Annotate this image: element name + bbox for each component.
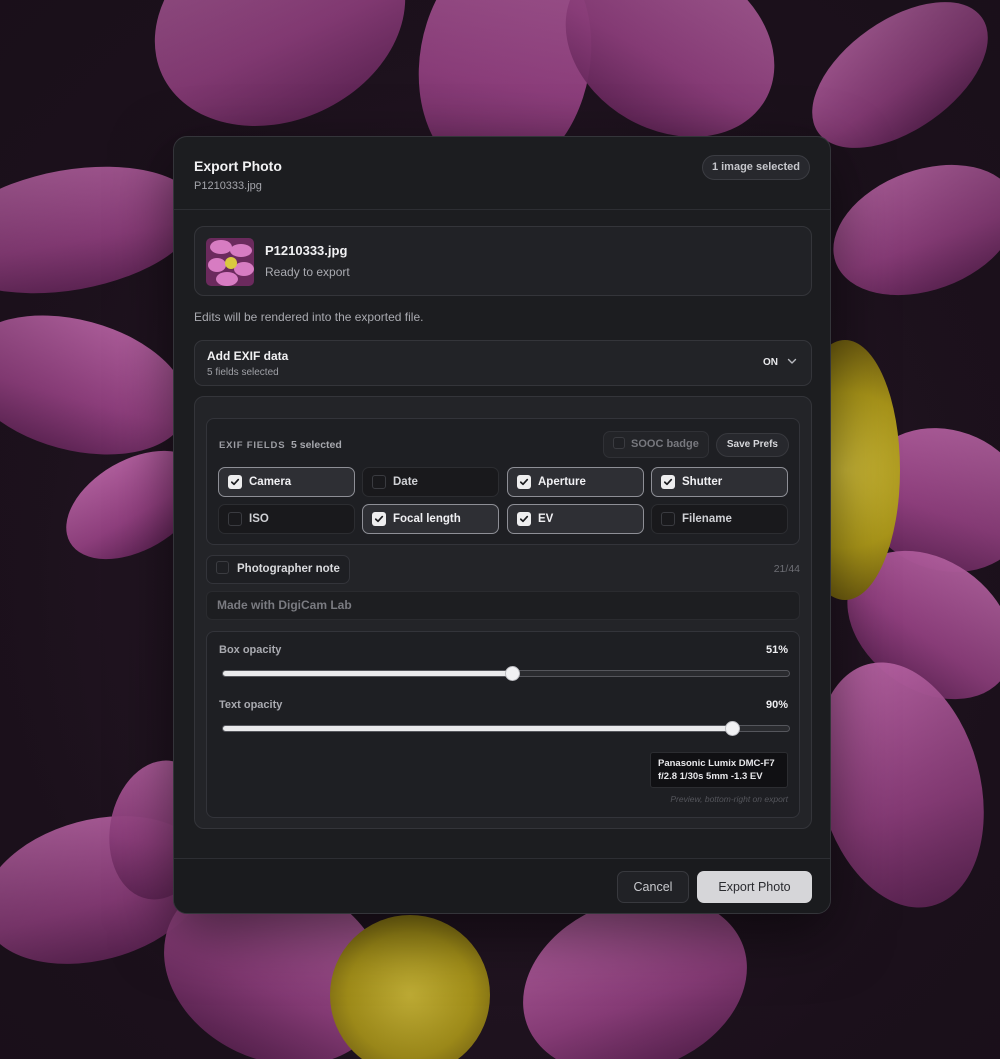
- slider-handle[interactable]: [504, 666, 520, 681]
- save-prefs-button[interactable]: Save Prefs: [715, 433, 789, 457]
- checkbox-icon: [661, 512, 675, 526]
- exif-field-label: Camera: [249, 476, 292, 488]
- file-card: P1210333.jpg Ready to export: [194, 226, 812, 296]
- image-thumbnail: [206, 238, 254, 286]
- dialog-footer: Cancel Export Photo: [174, 858, 830, 913]
- slider-fill: [223, 671, 512, 676]
- exif-preview: Panasonic Lumix DMC-F7 f/2.8 1/30s 5mm -…: [650, 752, 788, 788]
- exif-field-camera[interactable]: Camera: [218, 467, 355, 497]
- exif-toggle-title: Add EXIF data: [207, 349, 289, 363]
- preview-line-2: f/2.8 1/30s 5mm -1.3 EV: [658, 771, 763, 782]
- text-opacity-label: Text opacity: [219, 699, 283, 711]
- chevron-down-icon: [787, 358, 797, 364]
- exif-field-date[interactable]: Date: [362, 467, 499, 497]
- exif-field-label: Focal length: [393, 513, 461, 525]
- text-opacity-slider[interactable]: [222, 721, 790, 736]
- render-note: Edits will be rendered into the exported…: [194, 310, 424, 324]
- exif-panel: EXIF FIELDS 5 selected SOOC badge Save P…: [194, 396, 812, 829]
- checkbox-icon: [228, 512, 242, 526]
- cancel-button[interactable]: Cancel: [617, 871, 689, 903]
- file-status: Ready to export: [265, 265, 350, 279]
- exif-field-label: Filename: [682, 513, 732, 525]
- exif-toggle-count: 5 fields selected: [207, 367, 279, 378]
- box-opacity-value: 51%: [765, 644, 788, 656]
- dialog-header: Export Photo P1210333.jpg 1 image select…: [174, 137, 830, 210]
- box-opacity-slider[interactable]: [222, 666, 790, 681]
- photographer-note-checkbox[interactable]: Photographer note: [206, 555, 350, 584]
- opacity-box: Box opacity 51% Text opacity 90% Panason…: [206, 631, 800, 818]
- exif-field-aperture[interactable]: Aperture: [507, 467, 644, 497]
- exif-field-iso[interactable]: ISO: [218, 504, 355, 534]
- exif-field-label: Date: [393, 476, 418, 488]
- selection-badge: 1 image selected: [701, 155, 810, 180]
- export-dialog: Export Photo P1210333.jpg 1 image select…: [173, 136, 831, 914]
- checkbox-checked-icon: [517, 512, 531, 526]
- sooc-badge-checkbox[interactable]: SOOC badge: [603, 431, 709, 458]
- exif-field-filename[interactable]: Filename: [651, 504, 788, 534]
- checkbox-icon: [613, 437, 625, 449]
- exif-field-label: Shutter: [682, 476, 723, 488]
- checkbox-checked-icon: [661, 475, 675, 489]
- checkbox-icon: [372, 475, 386, 489]
- exif-fields-label: EXIF FIELDS: [219, 440, 286, 451]
- exif-fields-selected: 5 selected: [291, 439, 342, 451]
- exif-field-shutter[interactable]: Shutter: [651, 467, 788, 497]
- exif-field-ev[interactable]: EV: [507, 504, 644, 534]
- dialog-title: Export Photo: [194, 158, 282, 174]
- dialog-subtitle: P1210333.jpg: [194, 180, 262, 192]
- exif-fields-box: EXIF FIELDS 5 selected SOOC badge Save P…: [206, 418, 800, 545]
- photographer-note-label: Photographer note: [237, 563, 340, 575]
- photographer-note-input[interactable]: Made with DigiCam Lab: [206, 591, 800, 620]
- exif-field-label: Aperture: [538, 476, 586, 488]
- preview-line-1: Panasonic Lumix DMC-F7: [658, 758, 775, 769]
- exif-field-label: EV: [538, 513, 554, 525]
- preview-caption: Preview, bottom-right on export: [670, 794, 788, 804]
- exif-field-focal-length[interactable]: Focal length: [362, 504, 499, 534]
- checkbox-icon: [216, 561, 229, 574]
- text-opacity-value: 90%: [765, 699, 788, 711]
- box-opacity-label: Box opacity: [219, 644, 282, 656]
- export-photo-button[interactable]: Export Photo: [697, 871, 812, 903]
- exif-toggle-state: ON: [763, 357, 778, 368]
- checkbox-checked-icon: [228, 475, 242, 489]
- checkbox-checked-icon: [372, 512, 386, 526]
- sooc-badge-label: SOOC badge: [631, 438, 699, 450]
- char-count: 21/44: [773, 563, 800, 575]
- checkbox-checked-icon: [517, 475, 531, 489]
- file-name: P1210333.jpg: [265, 243, 348, 258]
- exif-field-label: ISO: [249, 513, 269, 525]
- slider-fill: [223, 726, 733, 731]
- add-exif-toggle[interactable]: Add EXIF data 5 fields selected ON: [194, 340, 812, 386]
- slider-handle[interactable]: [725, 721, 741, 736]
